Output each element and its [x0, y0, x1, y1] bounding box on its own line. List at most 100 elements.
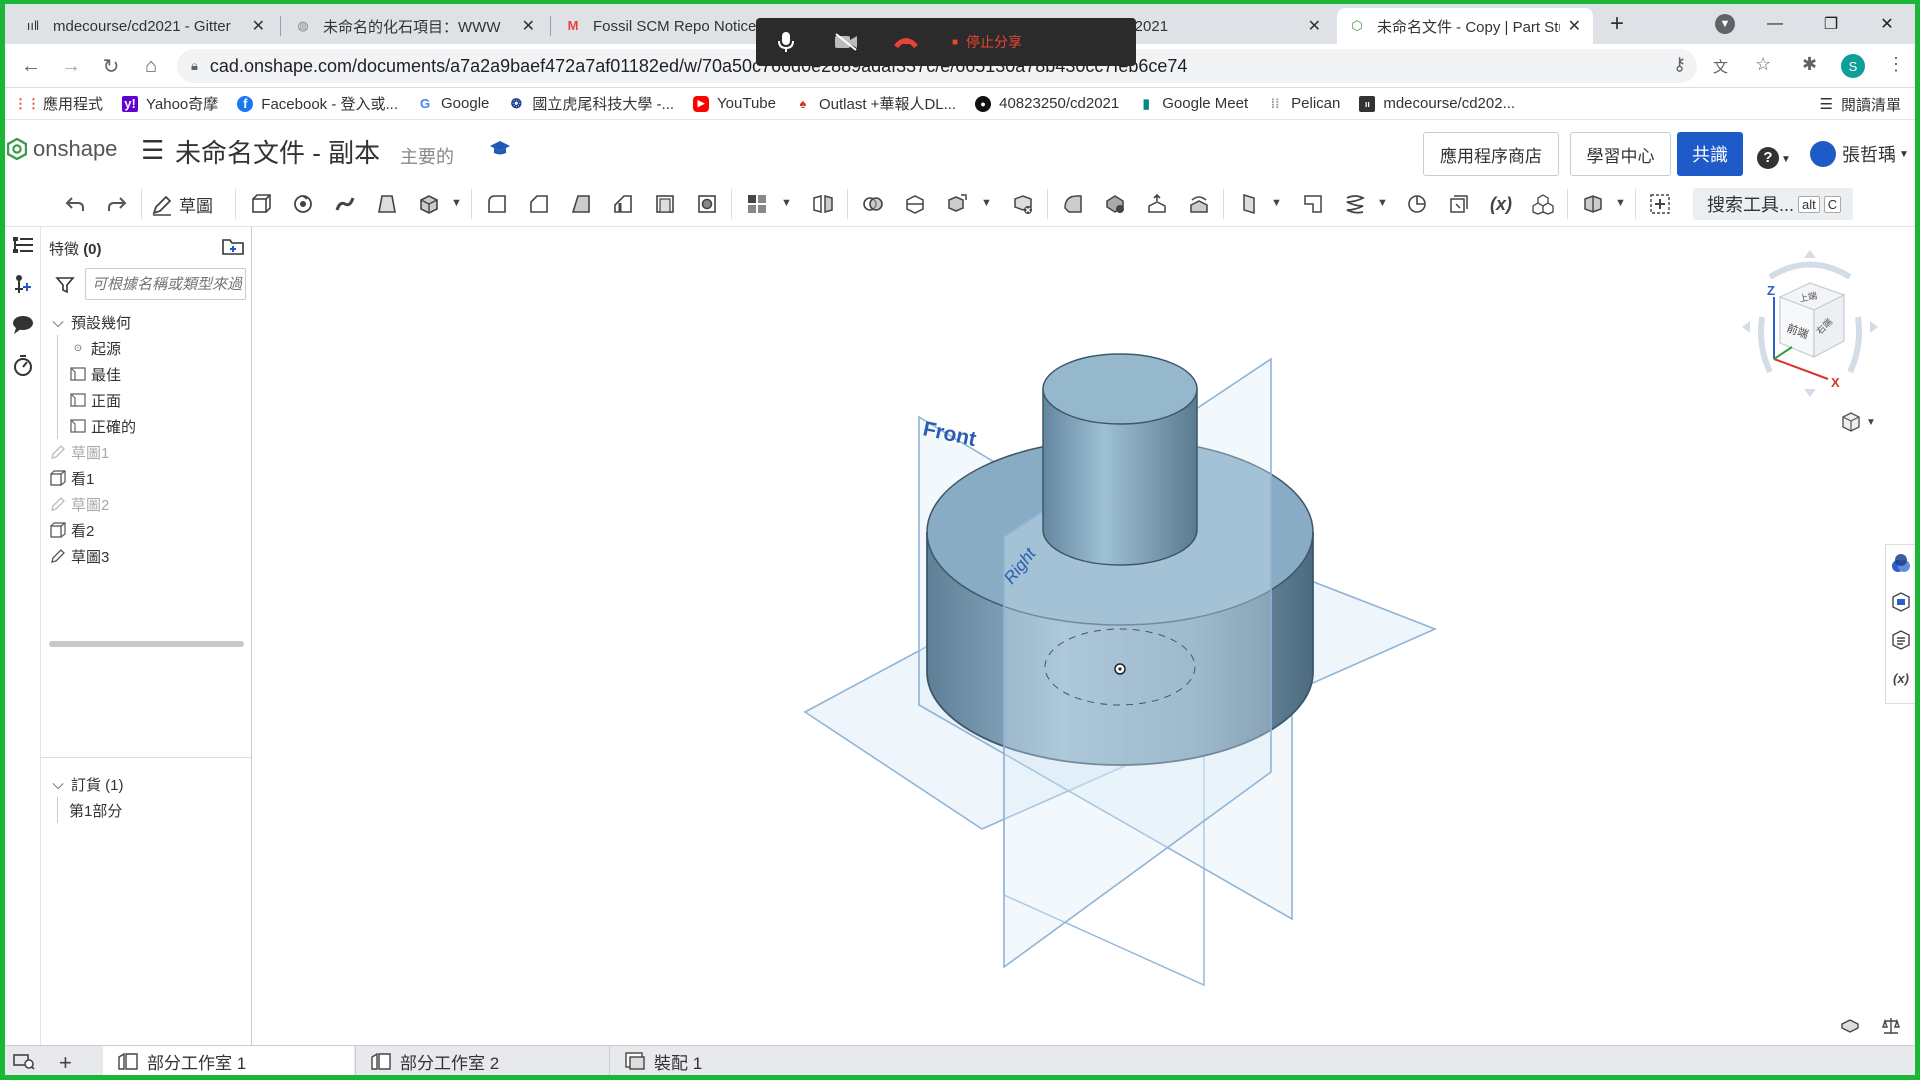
chevron-down-icon[interactable]: ▼ [981, 197, 992, 209]
new-tab-button[interactable]: + [1610, 10, 1624, 38]
home-icon[interactable]: ⌂ [137, 52, 165, 80]
bom-icon[interactable] [1890, 629, 1912, 651]
add-custom-feature-icon[interactable] [1648, 192, 1672, 216]
branch-label[interactable]: 主要的 [400, 143, 454, 169]
key-icon[interactable]: ⚷ [1673, 54, 1686, 75]
graphics-viewport[interactable]: Front Right 上端 前端 右端 Z X ▼ [252, 227, 1885, 1047]
chamfer-icon[interactable] [527, 192, 551, 216]
bookmark-github[interactable]: ● 40823250/cd2021 [975, 95, 1119, 112]
reload-icon[interactable]: ↻ [97, 52, 125, 80]
bookmark-facebook[interactable]: f Facebook - 登入或... [237, 93, 398, 114]
hamburger-menu-icon[interactable]: ☰ [141, 135, 164, 166]
units-icon[interactable] [1881, 1016, 1901, 1040]
chevron-down-icon[interactable]: ▼ [1615, 197, 1626, 209]
chevron-down-icon[interactable]: ▼ [1271, 197, 1282, 209]
revolve-icon[interactable] [291, 192, 315, 216]
insert-part-icon[interactable] [11, 273, 35, 297]
onshape-logo[interactable]: onshape [7, 136, 117, 162]
bookmark-meet[interactable]: ▮ Google Meet [1138, 95, 1248, 112]
reading-list[interactable]: ☰ 閱讀清單 [1820, 88, 1901, 120]
add-element-button[interactable]: + [59, 1050, 72, 1075]
browser-tab-fossil[interactable]: ◍ 未命名的化石項目：WWW ✕ [283, 8, 547, 44]
view-cube[interactable]: 上端 前端 右端 Z X [1740, 247, 1880, 417]
render-mode-icon[interactable] [1839, 1016, 1861, 1038]
extrude-icon[interactable] [249, 192, 273, 216]
composite-part-icon[interactable] [1531, 192, 1555, 216]
back-icon[interactable]: ← [17, 52, 45, 80]
learning-center-button[interactable]: 學習中心 [1570, 132, 1671, 176]
undo-icon[interactable] [63, 192, 87, 216]
rotate-up-icon[interactable] [1804, 250, 1816, 258]
boss-top-face[interactable] [1042, 353, 1198, 425]
fillet-icon[interactable] [485, 192, 509, 216]
origin-item[interactable]: ⊙ 起源 [69, 335, 121, 361]
view-options-menu[interactable]: ▼ [1840, 411, 1876, 433]
user-menu[interactable]: 張哲瑀 ▼ [1810, 141, 1909, 167]
variable-icon[interactable]: (x) [1489, 192, 1513, 216]
close-icon[interactable]: ✕ [1308, 16, 1321, 36]
tab-assembly-1[interactable]: 裝配 1 [609, 1046, 854, 1075]
draft-icon[interactable] [569, 192, 593, 216]
app-store-button[interactable]: 應用程序商店 [1423, 132, 1559, 176]
learning-cap-icon[interactable] [489, 139, 511, 162]
filter-icon[interactable] [55, 275, 75, 299]
feature-sketch2[interactable]: 草圖2 [49, 491, 109, 517]
replace-face-icon[interactable] [1187, 192, 1211, 216]
bookmark-star-icon[interactable]: ☆ [1755, 54, 1771, 75]
move-face-icon[interactable] [1145, 192, 1169, 216]
mirror-icon[interactable] [811, 192, 835, 216]
mass-properties-icon[interactable] [1890, 591, 1912, 613]
camera-off-icon[interactable] [816, 33, 876, 51]
search-tools-input[interactable]: 搜索工具... alt C [1693, 188, 1853, 220]
minimize-icon[interactable]: — [1747, 4, 1803, 44]
rib-icon[interactable] [611, 192, 635, 216]
microphone-icon[interactable] [756, 31, 816, 53]
default-geometry-group[interactable]: ⌵ 預設幾何 [49, 309, 131, 335]
timer-icon[interactable] [11, 353, 35, 377]
part-item[interactable]: 第1部分 [69, 797, 122, 823]
custom-features-icon[interactable] [1581, 192, 1605, 216]
feature-extrude2[interactable]: 看2 [49, 517, 94, 543]
browser-menu-icon[interactable]: ⋮ [1887, 54, 1905, 75]
split-icon[interactable] [903, 192, 927, 216]
variables-panel-icon[interactable]: (x) [1890, 667, 1912, 689]
bookmark-google[interactable]: G Google [417, 95, 489, 112]
redo-icon[interactable] [105, 192, 129, 216]
section-view-icon[interactable] [1447, 192, 1471, 216]
rotate-right-icon[interactable] [1870, 321, 1878, 333]
profile-avatar[interactable]: S [1841, 54, 1865, 78]
sketch-button[interactable]: 草圖 [151, 192, 213, 217]
bookmark-nfu[interactable]: ❂ 國立虎尾科技大學 -... [508, 93, 674, 114]
end-call-icon[interactable] [876, 35, 936, 49]
tab-part-studio-1[interactable]: 部分工作室 1 [103, 1046, 354, 1075]
browser-tab-onshape[interactable]: ⬡ 未命名文件 - Copy | Part Studio ✕ [1337, 8, 1593, 44]
chevron-down-icon[interactable]: ⌵ [49, 313, 67, 331]
close-icon[interactable]: ✕ [522, 16, 535, 36]
hole-icon[interactable] [695, 192, 719, 216]
share-button[interactable]: 共識 [1677, 132, 1743, 176]
chevron-down-icon[interactable]: ▼ [1377, 197, 1388, 209]
forward-icon[interactable]: → [57, 52, 85, 80]
feature-filter-input[interactable] [85, 268, 246, 300]
thicken-icon[interactable] [417, 192, 441, 216]
boolean-icon[interactable] [861, 192, 885, 216]
delete-part-icon[interactable] [1011, 192, 1035, 216]
appearance-icon[interactable] [1890, 553, 1912, 575]
plane-right-item[interactable]: 正確的 [69, 413, 136, 439]
parts-group[interactable]: ⌵ 訂貨 (1) [49, 771, 123, 797]
chevron-down-icon[interactable]: ⌵ [49, 775, 67, 793]
chevron-down-icon[interactable]: ▼ [781, 197, 792, 209]
rotate-left-icon[interactable] [1742, 321, 1750, 333]
feature-sketch1[interactable]: 草圖1 [49, 439, 109, 465]
helix-icon[interactable] [1343, 192, 1367, 216]
plane-icon[interactable] [1237, 192, 1261, 216]
delete-face-icon[interactable] [1103, 192, 1127, 216]
translate-icon[interactable]: 文 [1713, 56, 1728, 77]
bookmark-pelican[interactable]: ⁞⁞ Pelican [1267, 95, 1341, 112]
feature-list-scrollbar[interactable] [49, 641, 244, 647]
bookmark-youtube[interactable]: ▶ YouTube [693, 95, 776, 112]
shell-icon[interactable] [653, 192, 677, 216]
bookmark-mdecourse[interactable]: ıı mdecourse/cd202... [1359, 95, 1515, 112]
tab-part-studio-2[interactable]: 部分工作室 2 [355, 1046, 608, 1075]
plane-front-item[interactable]: 正面 [69, 387, 121, 413]
